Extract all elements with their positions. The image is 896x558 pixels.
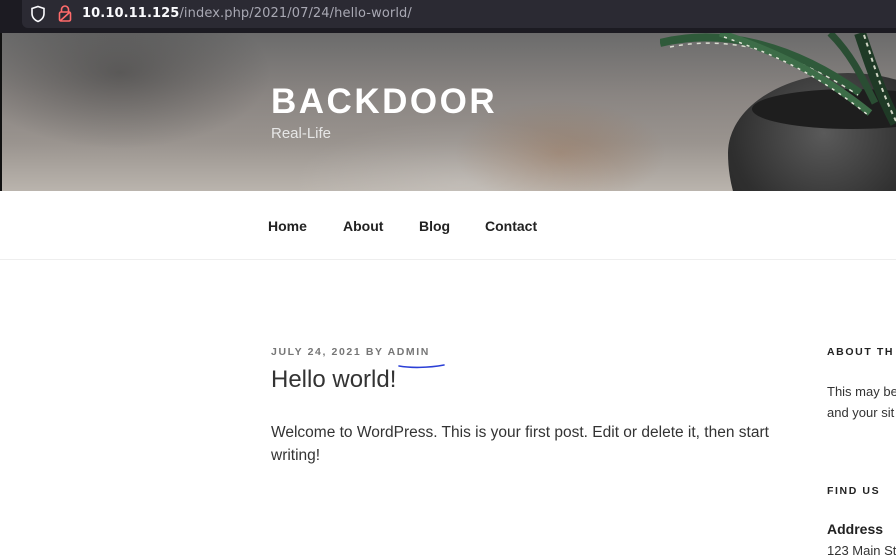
post-title: Hello world! xyxy=(271,366,397,393)
url-text[interactable]: 10.10.11.125/index.php/2021/07/24/hello-… xyxy=(82,5,412,22)
sidebar-about-line-1: This may be xyxy=(827,384,896,399)
site-tagline: Real-Life xyxy=(271,125,332,142)
plant-leaves-decoration xyxy=(660,33,896,126)
site-title[interactable]: BACKDOOR xyxy=(271,82,497,122)
browser-toolbar: 10.10.11.125/index.php/2021/07/24/hello-… xyxy=(0,0,896,33)
tracking-protection-shield-icon[interactable] xyxy=(30,5,46,23)
sidebar-address-heading: Address xyxy=(827,521,884,537)
post-body: Welcome to WordPress. This is your first… xyxy=(271,424,769,464)
post-by: BY xyxy=(365,346,384,358)
insecure-lock-icon[interactable] xyxy=(57,4,73,23)
post-date[interactable]: JULY 24, 2021 xyxy=(271,346,361,358)
site-header-image: BACKDOOR Real-Life xyxy=(0,33,896,191)
header-left-edge xyxy=(0,33,2,191)
annotation-underline xyxy=(398,364,445,369)
main-navigation: Home About Blog Contact xyxy=(0,191,896,260)
sidebar-about-line-2: and your sit xyxy=(827,405,895,420)
nav-item-about[interactable]: About xyxy=(343,218,383,234)
url-path: /index.php/2021/07/24/hello-world/ xyxy=(179,6,412,21)
sidebar-about-heading: ABOUT TH xyxy=(827,346,895,358)
nav-item-blog[interactable]: Blog xyxy=(419,218,450,234)
url-host: 10.10.11.125 xyxy=(82,6,180,21)
post-author-link[interactable]: ADMIN xyxy=(388,346,430,358)
nav-item-home[interactable]: Home xyxy=(268,218,307,234)
sidebar-find-heading: FIND US xyxy=(827,485,881,497)
sidebar-about-text: This may be and your sit xyxy=(827,381,896,423)
nav-item-contact[interactable]: Contact xyxy=(485,218,537,234)
sidebar-address-line: 123 Main St xyxy=(827,543,896,558)
post-meta: JULY 24, 2021 BY ADMIN xyxy=(271,346,430,358)
